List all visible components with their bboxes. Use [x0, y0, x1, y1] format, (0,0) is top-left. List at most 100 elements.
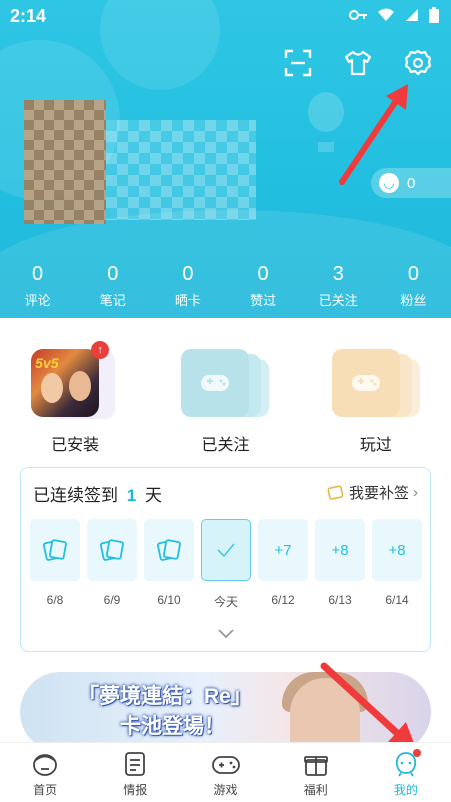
checkin-day[interactable]: +7 6/12 — [258, 519, 308, 610]
stat-label: 笔记 — [99, 293, 126, 308]
day-date: 6/9 — [103, 593, 121, 607]
stat-liked[interactable]: 0 赞过 — [226, 262, 301, 309]
makeup-label: 我要补签 — [348, 485, 409, 502]
checkin-day[interactable]: +8 6/13 — [315, 519, 365, 610]
installed-label: 已安装 — [51, 437, 100, 454]
checkin-title: 已连续签到 1 天 — [33, 481, 162, 506]
checkin-prefix: 已连续签到 — [33, 486, 118, 505]
signal-icon — [406, 9, 418, 21]
stat-value: 0 — [107, 263, 119, 285]
games-row: 5v5 ↑ 已安装 已关注 玩过 — [0, 335, 451, 455]
stat-label: 已关注 — [318, 293, 358, 308]
signed-card-icon — [42, 539, 67, 561]
stat-label: 评论 — [24, 293, 51, 308]
installed-thumb: 5v5 ↑ — [31, 341, 119, 419]
checkin-card: 已连续签到 1 天 我要补签 › 6/8 6/9 6/10 今天 +7 6/12… — [20, 467, 431, 652]
day-date: 6/10 — [157, 593, 181, 607]
stat-followers[interactable]: 0 粉丝 — [376, 262, 451, 309]
nav-welfare[interactable]: 福利 — [271, 743, 361, 802]
day-date: 今天 — [213, 595, 238, 609]
nav-label: 福利 — [303, 783, 328, 797]
played-label: 玩过 — [359, 437, 392, 454]
day-box — [144, 519, 194, 581]
status-bar: 2:14 — [0, 0, 451, 32]
outfit-icon — [344, 50, 372, 76]
checkin-days-count: 1 — [126, 486, 137, 505]
stat-label: 粉丝 — [400, 293, 427, 308]
bottom-nav: 首页 情报 游戏 福利 我的 — [0, 742, 451, 802]
profile-header: 2:14 ◡ 0 0 评论 0 笔记 0 晒卡 0 赞过 3 已关注 0 粉丝 — [0, 0, 451, 318]
day-date: 6/14 — [385, 593, 409, 607]
smile-icon: ◡ — [379, 173, 399, 193]
followed-thumb — [181, 349, 270, 419]
stat-value: 0 — [257, 263, 269, 285]
nav-label: 游戏 — [213, 783, 238, 797]
character-face — [41, 373, 64, 403]
gamepad-icon — [201, 375, 230, 391]
character-face — [69, 371, 92, 401]
banner-title: 「夢境連結：Re」 — [78, 685, 252, 708]
checkin-day[interactable]: 6/10 — [144, 519, 194, 610]
scan-icon — [284, 49, 312, 77]
avatar[interactable] — [24, 100, 106, 224]
nav-games[interactable]: 游戏 — [180, 743, 270, 802]
day-date: 6/13 — [328, 593, 352, 607]
card-front — [331, 349, 400, 417]
nav-mine[interactable]: 我的 — [361, 743, 451, 802]
chevron-down-icon[interactable] — [217, 628, 235, 640]
day-reward: +7 — [258, 519, 308, 581]
checkin-day[interactable]: 6/9 — [87, 519, 137, 610]
day-reward: +8 — [315, 519, 365, 581]
mood-count: 0 — [407, 174, 416, 192]
makeup-checkin-button[interactable]: 我要补签 › — [327, 482, 418, 503]
notification-dot — [413, 749, 422, 757]
banner-character — [290, 678, 360, 752]
outfit-button[interactable] — [343, 48, 373, 78]
gamepad-icon — [351, 375, 380, 391]
scan-button[interactable] — [283, 48, 313, 78]
day-date: 6/12 — [271, 593, 295, 607]
day-date: 6/8 — [46, 593, 64, 607]
checkin-day[interactable]: 6/8 — [30, 519, 80, 610]
app-tag: 5v5 — [35, 355, 59, 371]
promo-banner[interactable]: 「夢境連結：Re」 卡池登場！ — [20, 672, 431, 752]
gamepad-icon — [211, 756, 240, 774]
battery-icon — [429, 7, 439, 23]
installed-games[interactable]: 5v5 ↑ 已安装 — [0, 335, 150, 455]
gift-icon — [303, 756, 328, 776]
played-games[interactable]: 玩过 — [301, 335, 451, 455]
stat-cards[interactable]: 0 晒卡 — [150, 262, 225, 309]
card-front — [181, 349, 250, 417]
stats-row: 0 评论 0 笔记 0 晒卡 0 赞过 3 已关注 0 粉丝 — [0, 262, 451, 309]
nav-news[interactable]: 情报 — [90, 743, 180, 802]
nav-label: 情报 — [123, 783, 148, 797]
checkin-day-today[interactable]: 今天 — [201, 519, 251, 610]
nav-home[interactable]: 首页 — [0, 743, 90, 802]
header-actions — [283, 48, 433, 78]
stat-notes[interactable]: 0 笔记 — [75, 262, 150, 309]
stat-value: 0 — [407, 263, 419, 285]
checkin-day[interactable]: +8 6/14 — [372, 519, 422, 610]
balloon-decor-icon — [308, 92, 344, 152]
stat-label: 晒卡 — [174, 293, 201, 308]
nav-label: 我的 — [393, 783, 418, 797]
status-time: 2:14 — [10, 6, 47, 26]
user-info-blurred[interactable] — [106, 120, 256, 220]
followed-games[interactable]: 已关注 — [150, 335, 300, 455]
followed-label: 已关注 — [201, 437, 250, 454]
stat-value: 0 — [32, 263, 44, 285]
mood-button[interactable]: ◡ 0 — [371, 168, 451, 198]
signed-card-icon — [156, 539, 181, 561]
settings-button[interactable] — [403, 48, 433, 78]
stat-label: 赞过 — [250, 293, 277, 308]
played-thumb — [331, 349, 420, 419]
banner-subtitle: 卡池登場！ — [120, 715, 225, 738]
check-icon — [217, 543, 235, 558]
day-reward: +8 — [372, 519, 422, 581]
game-app-icon: 5v5 — [31, 349, 100, 417]
checkin-days: 6/8 6/9 6/10 今天 +7 6/12 +8 6/13 +8 6/14 — [30, 519, 422, 610]
day-box — [201, 519, 251, 581]
stat-following[interactable]: 3 已关注 — [301, 262, 376, 309]
checkin-suffix: 天 — [144, 486, 162, 505]
stat-comments[interactable]: 0 评论 — [0, 262, 75, 309]
